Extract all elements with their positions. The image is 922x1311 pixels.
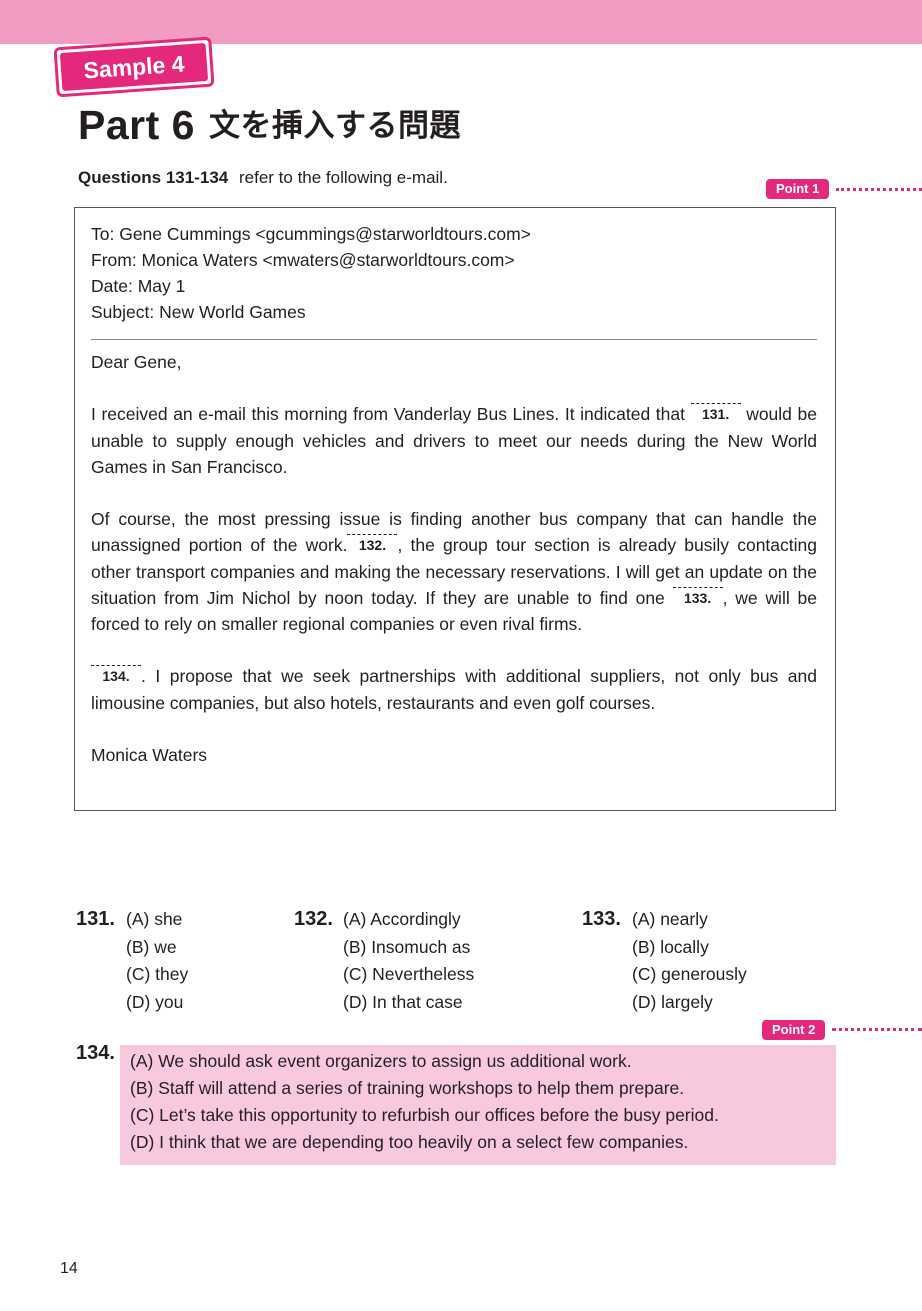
question-132: 132. (A) Accordingly (B) Insomuch as (C)… <box>294 906 474 1012</box>
page-title: Part 6 文を挿入する問題 <box>78 100 461 149</box>
sample-label: Sample 4 <box>59 42 209 92</box>
question-131: 131. (A) she (B) we (C) they (D) you <box>76 906 188 1012</box>
blank-134: 134. <box>91 665 141 684</box>
option-a[interactable]: (A) she <box>126 906 188 934</box>
question-number: 133. <box>582 908 621 930</box>
blank-133: 133. <box>672 586 723 606</box>
option-d[interactable]: (D) you <box>126 989 188 1017</box>
option-a[interactable]: (A) Accordingly <box>343 906 474 934</box>
email-signature: Monica Waters <box>91 744 208 765</box>
point-1-leader <box>836 188 922 191</box>
email-divider <box>91 339 817 340</box>
page-title-part: Part 6 <box>78 102 195 148</box>
option-c[interactable]: (C) Let’s take this opportunity to refur… <box>130 1102 826 1129</box>
option-a[interactable]: (A) nearly <box>632 906 747 934</box>
sample-stamp: Sample 4 <box>53 36 215 98</box>
question-134-number: 134. <box>76 1042 115 1064</box>
email-box: To: Gene Cummings <gcummings@starworldto… <box>74 207 836 811</box>
email-paragraph-3: 134.. I propose that we seek partnership… <box>91 665 817 713</box>
question-number: 132. <box>294 908 333 930</box>
option-b[interactable]: (B) Staff will attend a series of traini… <box>130 1075 826 1102</box>
option-c[interactable]: (C) they <box>126 961 188 989</box>
email-from: From: Monica Waters <mwaters@starworldto… <box>91 250 515 270</box>
email-body: Dear Gene, I received an e-mail this mor… <box>91 349 817 794</box>
question-134: (A) We should ask event organizers to as… <box>120 1045 836 1165</box>
option-a[interactable]: (A) We should ask event organizers to as… <box>130 1048 826 1075</box>
email-date: Date: May 1 <box>91 276 186 296</box>
option-b[interactable]: (B) Insomuch as <box>343 934 474 962</box>
option-b[interactable]: (B) locally <box>632 934 747 962</box>
blank-131: 131. <box>690 403 741 422</box>
option-d[interactable]: (D) I think that we are depending too he… <box>130 1129 826 1156</box>
option-c[interactable]: (C) generously <box>632 961 747 989</box>
email-to: To: Gene Cummings <gcummings@starworldto… <box>91 224 531 244</box>
option-d[interactable]: (D) largely <box>632 989 747 1017</box>
email-paragraph-1: I received an e-mail this morning from V… <box>91 403 817 477</box>
page-number: 14 <box>60 1260 78 1277</box>
email-paragraph-2: Of course, the most pressing issue is fi… <box>91 509 817 634</box>
point-1-badge: Point 1 <box>766 179 830 199</box>
email-header: To: Gene Cummings <gcummings@starworldto… <box>91 221 531 325</box>
option-b[interactable]: (B) we <box>126 934 188 962</box>
email-greeting: Dear Gene, <box>91 352 182 372</box>
option-d[interactable]: (D) In that case <box>343 989 474 1017</box>
blank-132: 132. <box>347 534 398 553</box>
option-c[interactable]: (C) Nevertheless <box>343 961 474 989</box>
questions-intro-text: refer to the following e-mail. <box>238 168 448 187</box>
page-title-jp: 文を挿入する問題 <box>208 108 461 143</box>
top-banner <box>0 0 922 44</box>
question-133: 133. (A) nearly (B) locally (C) generous… <box>582 906 747 1012</box>
questions-range: Questions 131-134 <box>78 168 229 187</box>
email-subject: Subject: New World Games <box>91 302 306 322</box>
questions-intro: Questions 131-134 refer to the following… <box>78 168 448 188</box>
point-2-badge: Point 2 <box>762 1020 826 1040</box>
question-number: 131. <box>76 908 115 930</box>
point-2-leader <box>832 1028 922 1031</box>
